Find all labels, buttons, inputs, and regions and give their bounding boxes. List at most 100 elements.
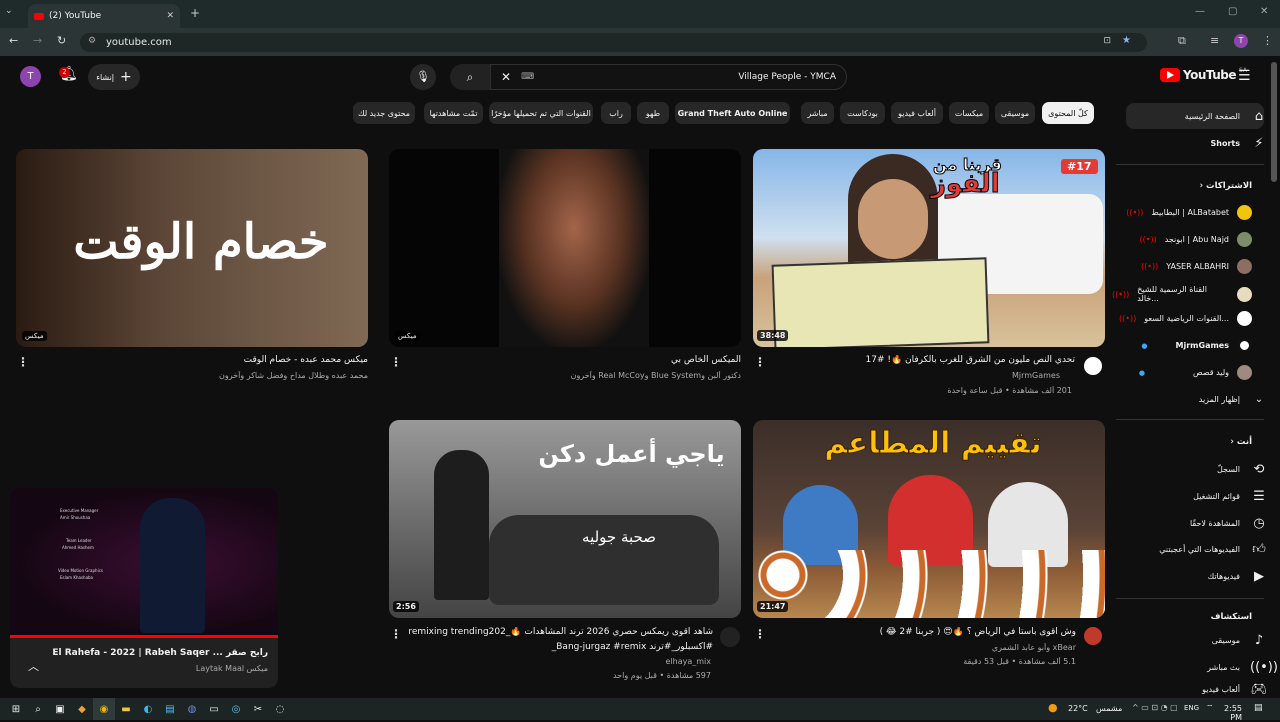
new-tab-button[interactable]: + <box>190 6 200 20</box>
video-menu-icon[interactable]: ⋮ <box>754 355 766 369</box>
weather-temp[interactable]: 22°C <box>1068 704 1088 713</box>
sidebar-sub[interactable]: ((•)) YASER ALBAHRI <box>1112 259 1252 274</box>
you-heading[interactable]: › أنت <box>1230 437 1252 447</box>
photos-icon[interactable]: ▤ <box>159 698 181 720</box>
channel-avatar[interactable] <box>720 627 740 647</box>
chip-all[interactable]: كلّ المحتوى <box>1042 102 1094 124</box>
expand-chevron-icon[interactable]: ︿ <box>28 658 39 674</box>
language-indicator[interactable]: ENG <box>1184 704 1199 712</box>
sidebar-item-home[interactable]: الصفحة الرئيسية ⌂ <box>1123 103 1268 129</box>
sidebar-item-history[interactable]: السجلّ ⟲ <box>1123 456 1268 482</box>
search-button[interactable]: ⌕ <box>450 64 490 90</box>
chip-live[interactable]: مباشر <box>801 102 834 124</box>
progress-bar[interactable] <box>10 635 278 638</box>
sidebar-item-shorts[interactable]: Shorts ⚡ <box>1123 130 1268 156</box>
video-thumbnail-4[interactable]: تقييم المطاعم 21:47 <box>753 420 1105 618</box>
chip-music[interactable]: موسيقى <box>995 102 1035 124</box>
chip-watched[interactable]: تمّت مشاهدتها <box>424 102 483 124</box>
miniplayer-title[interactable]: رابح صقر ... El Aabat El Rahefa - 2022 |… <box>50 648 268 658</box>
scrollbar[interactable] <box>1271 62 1277 182</box>
video-title-line2[interactable]: #اكسبلور_#ترند Bang-jurgaz #remix_ <box>405 642 713 652</box>
video-menu-icon[interactable]: ⋮ <box>17 355 29 369</box>
browser-tab[interactable]: (2) YouTube ✕ <box>28 4 180 28</box>
sidebar-sub[interactable]: ((•)) القناة الرسمية للشيخ خالد... <box>1112 285 1252 303</box>
weather-desc[interactable]: مشمس <box>1096 704 1122 713</box>
sidebar-sub[interactable]: ((•)) ابونجد | Abu Najd <box>1112 232 1252 247</box>
sidebar-sub[interactable]: ((•)) القنوات الرياضية السعو... <box>1112 311 1252 326</box>
extensions-icon[interactable]: ⧉ <box>1178 34 1186 48</box>
video-channel[interactable]: MjrmGames <box>800 371 1060 380</box>
video-title[interactable]: تحدي النص مليون من الشرق للغرب بالكرفان … <box>770 355 1075 365</box>
sidebar-item-playlists[interactable]: قوائم التشغيل ☰ <box>1123 483 1268 509</box>
sidebar-item-liked[interactable]: الفيديوهات التي أعجبتني 👍︎ <box>1123 536 1268 562</box>
hamburger-menu-icon[interactable]: ☰ <box>1238 68 1251 84</box>
youtube-logo[interactable]: YouTube SA <box>1160 67 1247 82</box>
capcut-icon[interactable]: ✂ <box>247 698 269 720</box>
task-view-icon[interactable]: ▣ <box>49 698 71 720</box>
address-bar[interactable]: ⚙ youtube.com ⊡ ★ <box>80 33 1147 52</box>
voice-search-button[interactable]: 🎙︎ <box>410 64 436 90</box>
sidebar-item-your-videos[interactable]: فيديوهاتك ▶ <box>1123 563 1268 589</box>
site-info-icon[interactable]: ⚙ <box>88 36 96 46</box>
sidebar-sub[interactable]: ● وليد قصص <box>1112 365 1252 380</box>
video-thumbnail-1[interactable]: قربنا من الفوز #17 38:48 <box>753 149 1105 347</box>
video-thumbnail-2[interactable]: ميكس <box>389 149 741 347</box>
widgets-icon[interactable]: ◆ <box>71 698 93 720</box>
search-icon[interactable]: ⌕ <box>27 698 49 720</box>
forward-button[interactable]: → <box>33 34 42 47</box>
close-window-button[interactable]: ✕ <box>1260 6 1268 17</box>
close-tab-icon[interactable]: ✕ <box>166 11 174 21</box>
video-channel[interactable]: محمد عبده وطلال مداح وفضل شاكر وآخرون <box>32 371 368 380</box>
tab-list-button[interactable]: ⌄ <box>5 6 21 22</box>
create-button[interactable]: إنشاء + <box>88 64 140 90</box>
search-input[interactable]: ✕ ⌨ Village People - YMCA <box>490 64 847 90</box>
maximize-button[interactable]: ▢ <box>1228 6 1237 17</box>
weather-icon[interactable]: ● <box>1048 701 1058 714</box>
obs-icon[interactable]: ◌ <box>269 698 291 720</box>
video-title[interactable]: وش اقوى باستا في الرياض ؟ 🔥😍 ( جربنا #2 … <box>770 627 1076 637</box>
profile-avatar[interactable]: T <box>1234 34 1248 48</box>
chip-rap[interactable]: راب <box>601 102 631 124</box>
keyboard-icon[interactable]: ⌨ <box>521 72 534 82</box>
clear-search-icon[interactable]: ✕ <box>501 70 511 84</box>
notifications-icon[interactable]: ▤ <box>1254 703 1263 713</box>
miniplayer-video[interactable]: Executive Manager Amir Shoushaa Team Lea… <box>10 488 278 638</box>
yt-avatar[interactable]: T <box>20 66 41 87</box>
video-channel[interactable]: دكتور ألبن وBlue System وReal McCoy وآخر… <box>405 371 741 380</box>
install-icon[interactable]: ⊡ <box>1103 36 1111 46</box>
channel-avatar[interactable] <box>1082 355 1104 377</box>
menu-icon[interactable]: ⋮ <box>1262 34 1273 47</box>
show-more-button[interactable]: إظهار المزيد ⌄ <box>1123 386 1268 412</box>
video-title[interactable]: شاهد اقوى ريمكس حصري 2026 ترند المشاهدات… <box>405 627 713 637</box>
video-thumbnail-5[interactable]: ياجي أعمل دكن صحبة جوليه 2:56 <box>389 420 741 618</box>
reload-button[interactable]: ↻ <box>57 34 66 47</box>
channel-avatar[interactable] <box>1084 627 1102 645</box>
clock[interactable]: 2:55 PM <box>1210 704 1242 722</box>
subscriptions-heading[interactable]: › الاشتراكات <box>1200 181 1252 191</box>
video-thumbnail-3[interactable]: خصام الوقت ميكس <box>16 149 368 347</box>
video-title[interactable]: ميكس محمد عبده - خصام الوقت <box>32 355 368 365</box>
edge-icon[interactable]: ◐ <box>137 698 159 720</box>
video-title[interactable]: الميكس الخاص بي <box>405 355 741 365</box>
back-button[interactable]: ← <box>9 34 18 47</box>
steam-icon[interactable]: ◎ <box>225 698 247 720</box>
video-menu-icon[interactable]: ⋮ <box>390 627 402 641</box>
video-channel[interactable]: xBear وأبو عابد الشمري <box>800 643 1076 652</box>
sidebar-item-gaming[interactable]: ألعاب فيديو 🎮︎ <box>1123 680 1268 698</box>
miniplayer[interactable]: Executive Manager Amir Shoushaa Team Lea… <box>10 488 278 688</box>
sidebar-item-watch-later[interactable]: المشاهدة لاحقًا ◷ <box>1123 510 1268 536</box>
chip-recently-uploaded[interactable]: القنوات التي تم تحميلها مؤخرًا <box>489 102 593 124</box>
video-menu-icon[interactable]: ⋮ <box>754 627 766 641</box>
discord-icon[interactable]: ◍ <box>181 698 203 720</box>
chrome-icon[interactable]: ◉ <box>93 698 115 720</box>
miniplayer-channel-name[interactable]: Laytak Maal <box>196 664 244 673</box>
terminal-icon[interactable]: ▭ <box>203 698 225 720</box>
sidebar-item-music[interactable]: موسيقى ♪ <box>1123 627 1268 653</box>
file-explorer-icon[interactable]: ▬ <box>115 698 137 720</box>
chip-gaming[interactable]: ألعاب فيديو <box>891 102 943 124</box>
bookmark-star-icon[interactable]: ★ <box>1122 35 1131 46</box>
sidebar-item-live[interactable]: بث مباشر ((•)) <box>1123 654 1278 680</box>
chip-mixes[interactable]: ميكسات <box>949 102 989 124</box>
video-channel[interactable]: elhaya_mix <box>405 657 711 666</box>
sidebar-toggle-icon[interactable]: ≡ <box>1210 34 1219 47</box>
